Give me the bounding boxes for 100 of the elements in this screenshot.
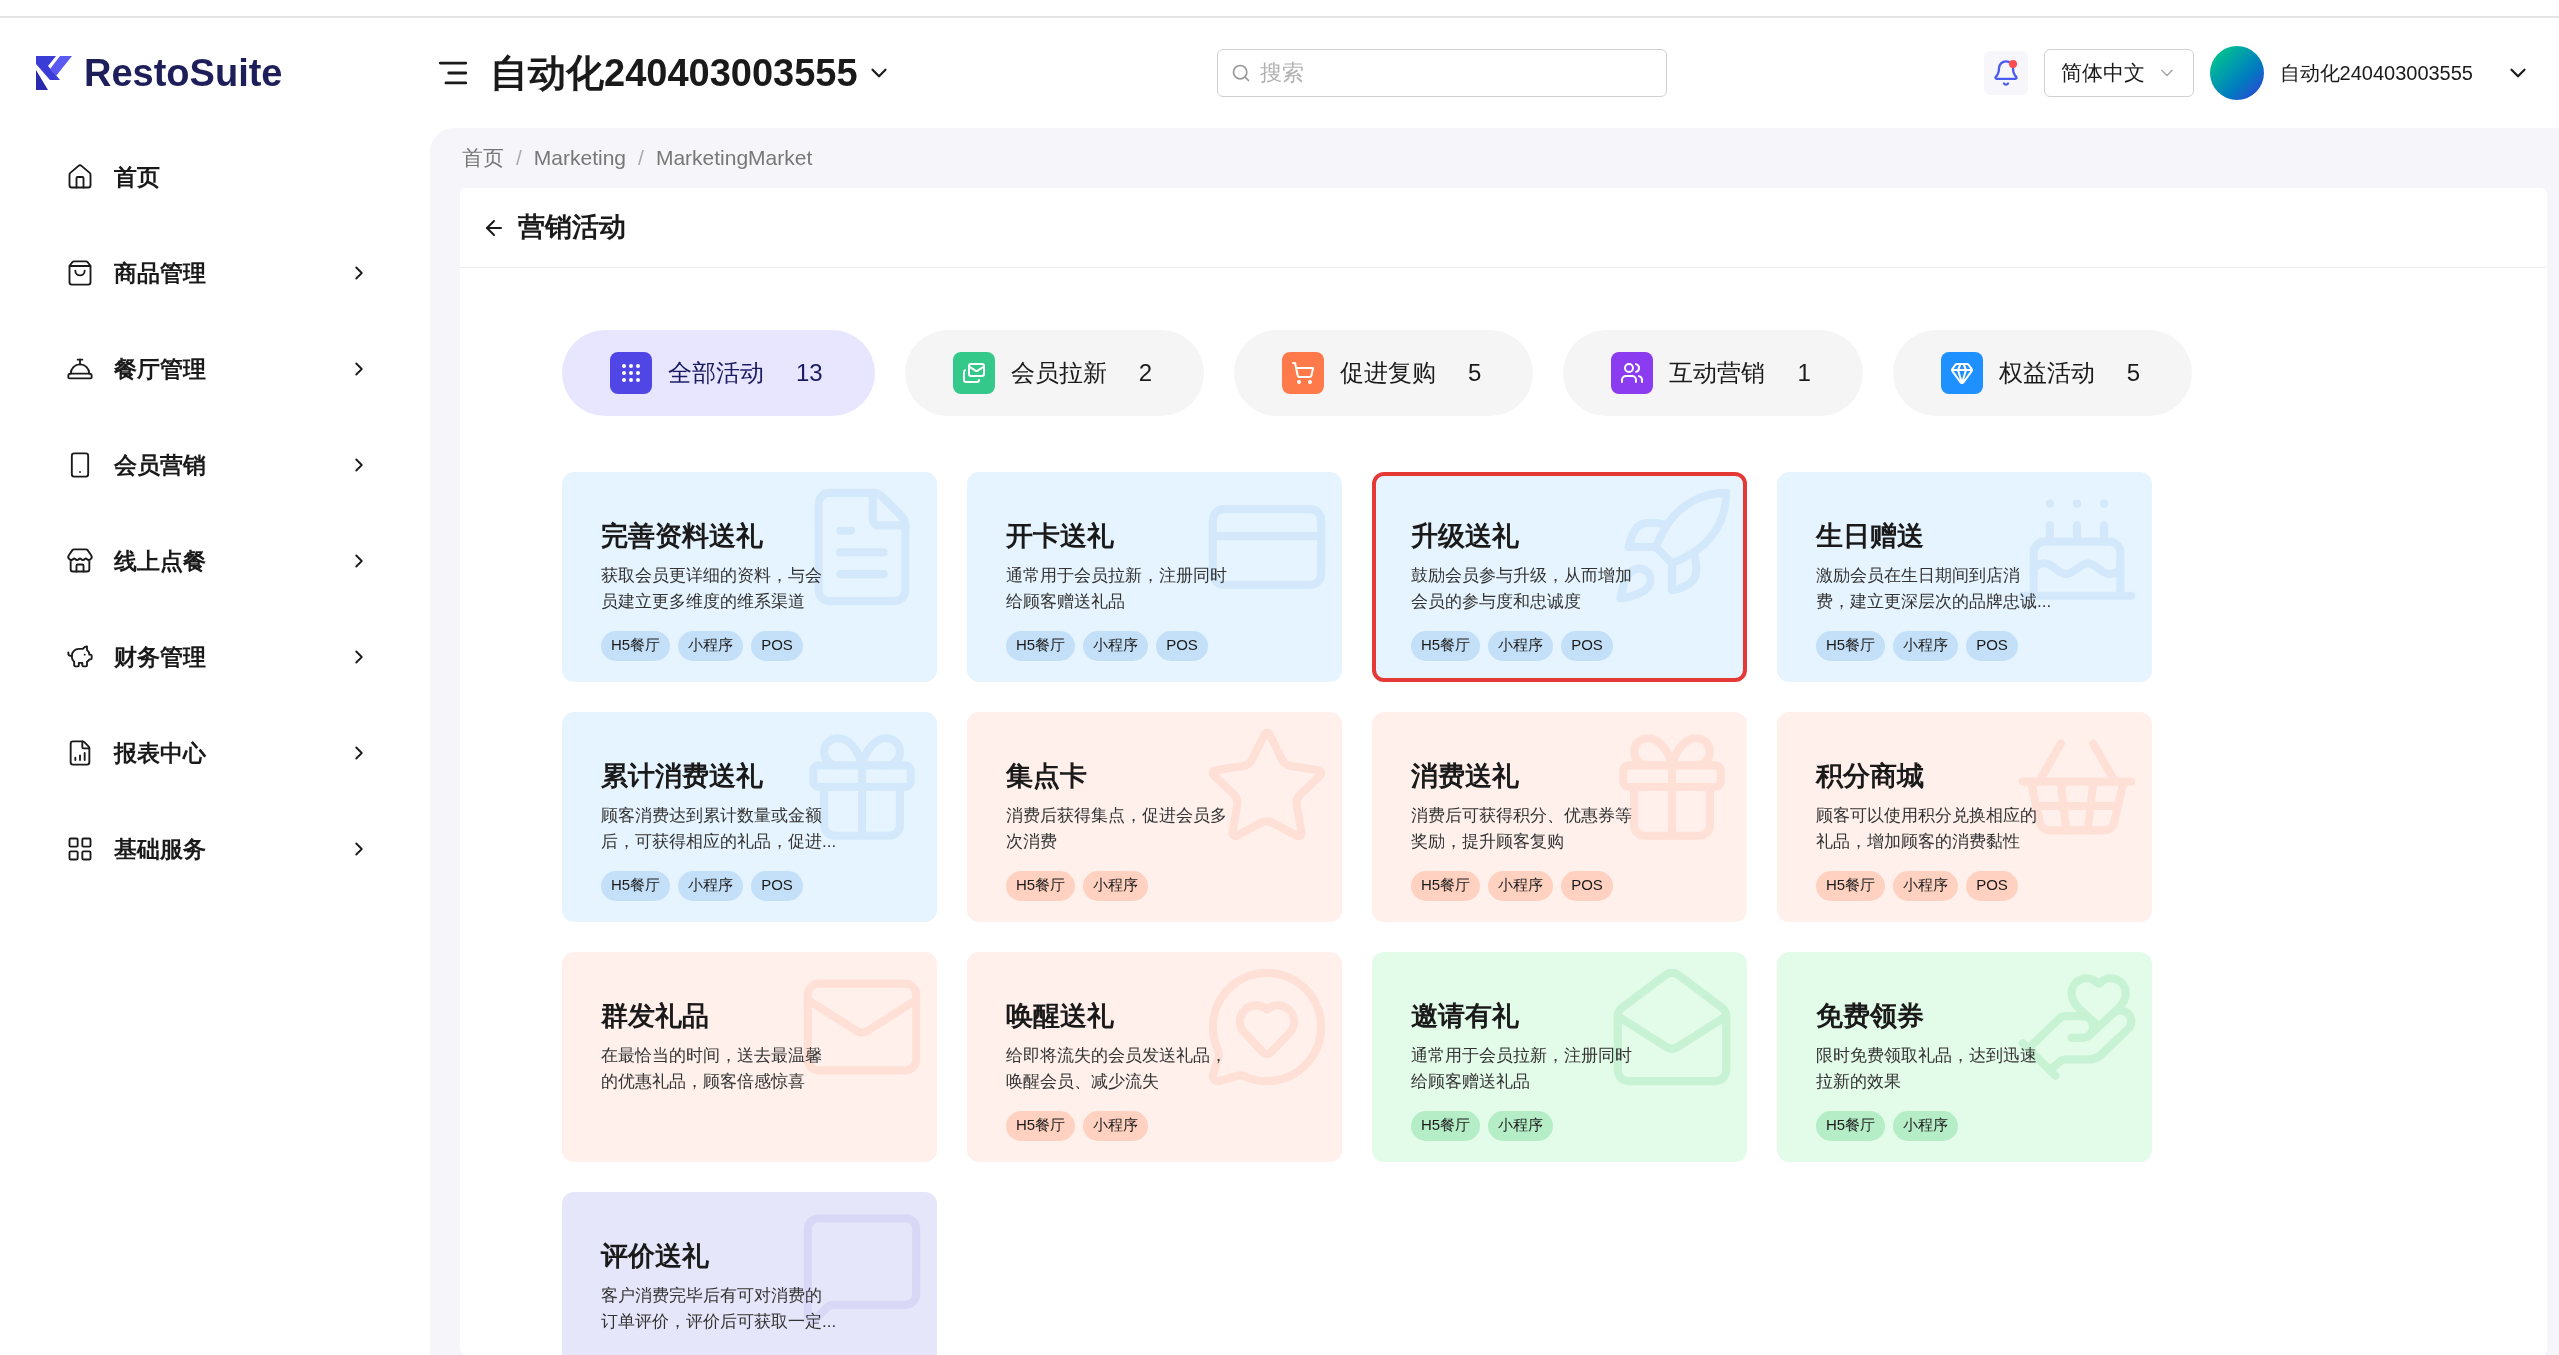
card-description: 消费后获得集点，促进会员多次消费	[1006, 804, 1228, 853]
card-title: 评价送礼	[601, 1240, 710, 1273]
platform-tag: H5餐厅	[1411, 630, 1481, 661]
platform-tag: 小程序	[1083, 630, 1149, 661]
platform-tag: 小程序	[1893, 1110, 1959, 1141]
card-description: 顾客消费达到累计数量或金额后，可获得相应的礼品，促进...	[601, 804, 837, 853]
platform-tag: POS	[1156, 630, 1208, 661]
search-icon	[1230, 63, 1251, 83]
sidebar-item[interactable]: 财务管理	[66, 628, 370, 686]
user-name[interactable]: 自动化240403003555	[2279, 58, 2473, 88]
platform-tag: POS	[751, 870, 803, 901]
card-description: 通常用于会员拉新，注册同时给顾客赠送礼品	[1411, 1044, 1633, 1093]
card-description: 获取会员更详细的资料，与会员建立更多维度的维系渠道	[601, 564, 823, 613]
grid-icon	[66, 835, 94, 863]
bag-icon	[66, 259, 94, 287]
card-title: 免费领券	[1816, 1000, 1925, 1033]
platform-tag: POS	[751, 630, 803, 661]
platform-tag: 小程序	[678, 630, 744, 661]
platform-tag: H5餐厅	[1411, 870, 1481, 901]
card-title: 邀请有礼	[1411, 1000, 1520, 1033]
platform-tag: POS	[1561, 870, 1613, 901]
activity-card[interactable]: 群发礼品 在最恰当的时间，送去最温馨的优惠礼品，顾客倍感惊喜	[562, 952, 937, 1162]
activity-card[interactable]: 消费送礼 消费后可获得积分、优惠券等奖励，提升顾客复购 H5餐厅 小程序 POS	[1372, 712, 1747, 922]
breadcrumb-link[interactable]: Marketing	[533, 142, 627, 174]
platform-tag: 小程序	[1893, 870, 1959, 901]
platform-tag: 小程序	[1488, 630, 1554, 661]
platform-tag: H5餐厅	[1816, 630, 1886, 661]
card-title: 消费送礼	[1411, 760, 1520, 793]
activity-card[interactable]: 集点卡 消费后获得集点，促进会员多次消费 H5餐厅 小程序	[967, 712, 1342, 922]
platform-tag: 小程序	[1893, 630, 1959, 661]
platform-tag: 小程序	[1083, 1110, 1149, 1141]
sidebar-item[interactable]: 首页	[66, 148, 370, 206]
card-description: 客户消费完毕后有可对消费的订单评价，评价后可获取一定...	[601, 1284, 837, 1333]
platform-tag: H5餐厅	[1006, 1110, 1076, 1141]
page-title: 营销活动	[518, 211, 626, 245]
search-field[interactable]: 搜索	[1216, 49, 1667, 97]
category-tab[interactable]: 促进复购 5	[1234, 330, 1534, 416]
card-title: 累计消费送礼	[601, 760, 764, 793]
platform-tag: 小程序	[1083, 870, 1149, 901]
activity-card[interactable]: 邀请有礼 通常用于会员拉新，注册同时给顾客赠送礼品 H5餐厅 小程序	[1372, 952, 1747, 1162]
platform-tag: H5餐厅	[1006, 870, 1076, 901]
breadcrumb-link[interactable]: 首页	[462, 142, 504, 174]
card-description: 鼓励会员参与升级，从而增加会员的参与度和忠诚度	[1411, 564, 1633, 613]
platform-tag: 小程序	[1488, 1110, 1554, 1141]
activity-card[interactable]: 累计消费送礼 顾客消费达到累计数量或金额后，可获得相应的礼品，促进... H5餐厅 小程序 POS	[562, 712, 937, 922]
platform-tag: POS	[1561, 630, 1613, 661]
activity-card[interactable]: 积分商城 顾客可以使用积分兑换相应的礼品，增加顾客的消费黏性 H5餐厅 小程序 POS	[1777, 712, 2152, 922]
sidebar-item[interactable]: 线上点餐	[66, 532, 370, 590]
platform-tag: H5餐厅	[1816, 870, 1886, 901]
card-title: 升级送礼	[1411, 520, 1520, 553]
bell-icon	[1991, 59, 2020, 87]
sidebar-item[interactable]: 会员营销	[66, 436, 370, 494]
platform-tag: H5餐厅	[601, 870, 671, 901]
sidebar-item[interactable]: 报表中心	[66, 724, 370, 782]
card-title: 生日赠送	[1816, 520, 1925, 553]
avatar[interactable]	[2209, 46, 2264, 100]
breadcrumb-link[interactable]: MarketingMarket	[655, 142, 813, 174]
card-title: 积分商城	[1816, 760, 1925, 793]
store-icon	[66, 547, 94, 575]
card-description: 通常用于会员拉新，注册同时给顾客赠送礼品	[1006, 564, 1228, 613]
activity-card[interactable]: 完善资料送礼 获取会员更详细的资料，与会员建立更多维度的维系渠道 H5餐厅 小程序 POS	[562, 472, 937, 682]
card-description: 激励会员在生日期间到店消费，建立更深层次的品牌忠诚...	[1816, 564, 2052, 613]
platform-tag: H5餐厅	[601, 630, 671, 661]
sidebar-item[interactable]: 商品管理	[66, 244, 370, 302]
logo-text: RestoSuite	[84, 50, 283, 96]
breadcrumb-separator: /	[516, 145, 522, 172]
card-title: 完善资料送礼	[601, 520, 764, 553]
category-tab[interactable]: 全部活动 13	[562, 330, 875, 416]
sidebar-item[interactable]: 基础服务	[66, 820, 370, 878]
store-selector[interactable]: 自动化240403003555	[490, 44, 892, 102]
card-title: 开卡送礼	[1006, 520, 1115, 553]
language-select[interactable]: 简体中文	[2043, 49, 2194, 97]
home-icon	[66, 163, 94, 191]
platform-tag: POS	[1966, 630, 2018, 661]
platform-tag: 小程序	[678, 870, 744, 901]
card-title: 群发礼品	[601, 1000, 710, 1033]
activity-card[interactable]: 升级送礼 鼓励会员参与升级，从而增加会员的参与度和忠诚度 H5餐厅 小程序 POS	[1372, 472, 1747, 682]
card-title: 唤醒送礼	[1006, 1000, 1115, 1033]
platform-tag: H5餐厅	[1006, 630, 1076, 661]
platform-tag: 小程序	[1488, 870, 1554, 901]
category-tab[interactable]: 权益活动 5	[1892, 330, 2193, 416]
category-tab[interactable]: 互动营销 1	[1563, 330, 1863, 416]
card-description: 顾客可以使用积分兑换相应的礼品，增加顾客的消费黏性	[1816, 804, 2038, 853]
activity-card[interactable]: 生日赠送 激励会员在生日期间到店消费，建立更深层次的品牌忠诚... H5餐厅 小程序 POS	[1777, 472, 2152, 682]
card-description: 消费后可获得积分、优惠券等奖励，提升顾客复购	[1411, 804, 1633, 853]
platform-tag: H5餐厅	[1411, 1110, 1481, 1141]
sidebar-item[interactable]: 餐厅管理	[66, 340, 370, 398]
breadcrumb-separator: /	[638, 145, 644, 172]
activity-card[interactable]: 开卡送礼 通常用于会员拉新，注册同时给顾客赠送礼品 H5餐厅 小程序 POS	[967, 472, 1342, 682]
card-description: 给即将流失的会员发送礼品，唤醒会员、减少流失	[1006, 1044, 1228, 1093]
platform-tag: H5餐厅	[1816, 1110, 1886, 1141]
card-title: 集点卡	[1006, 760, 1088, 793]
activity-card[interactable]: 免费领券 限时免费领取礼品，达到迅速拉新的效果 H5餐厅 小程序	[1777, 952, 2152, 1162]
activity-card[interactable]: 唤醒送礼 给即将流失的会员发送礼品，唤醒会员、减少流失 H5餐厅 小程序	[967, 952, 1342, 1162]
category-tab[interactable]: 会员拉新 2	[904, 330, 1205, 416]
notification-button[interactable]	[1983, 51, 2028, 95]
activity-card[interactable]: 评价送礼 客户消费完毕后有可对消费的订单评价，评价后可获取一定...	[562, 1192, 937, 1355]
card-description: 在最恰当的时间，送去最温馨的优惠礼品，顾客倍感惊喜	[601, 1044, 823, 1093]
card-description: 限时免费领取礼品，达到迅速拉新的效果	[1816, 1044, 2038, 1093]
platform-tag: POS	[1966, 870, 2018, 901]
